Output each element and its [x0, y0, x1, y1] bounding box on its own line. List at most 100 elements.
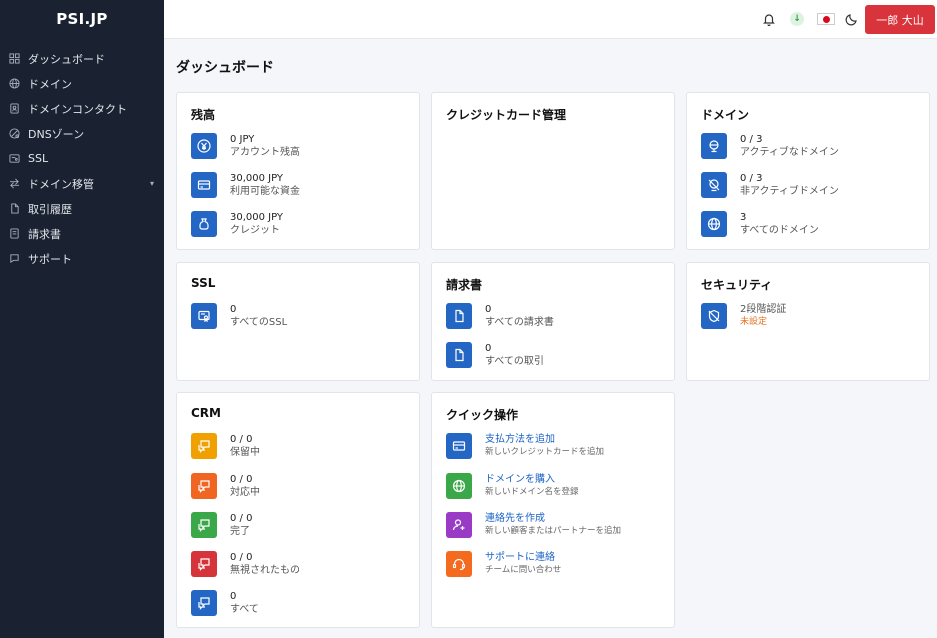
quick-action-link[interactable]: サポートに連絡	[485, 551, 561, 564]
dns-icon	[9, 128, 20, 139]
user-menu-button[interactable]: 一郎 大山	[865, 5, 935, 34]
crm-value: 0 / 0	[230, 474, 253, 485]
list-item: 0 / 0 無視されたもの	[191, 551, 300, 577]
globe-icon	[701, 211, 727, 237]
card-icon	[446, 433, 472, 459]
sidebar-item-dns-zone[interactable]: DNSゾーン	[0, 121, 164, 146]
sidebar-item-domain-transfer[interactable]: ドメイン移管 ▾	[0, 171, 164, 196]
japan-flag-icon[interactable]	[816, 10, 836, 28]
crm-label: 無視されたもの	[230, 565, 300, 576]
quick-actions-card: クイック操作 支払方法を追加 新しいクレジットカードを追加 ドメインを購入 新しいド…	[431, 392, 675, 628]
quick-action-description: 新しいクレジットカードを追加	[485, 447, 605, 457]
globe-off-icon	[701, 172, 727, 198]
list-item: 0 / 3 アクティブなドメイン	[701, 133, 839, 159]
quick-action-description: 新しい顧客またはパートナーを追加	[485, 526, 622, 536]
contact-icon	[9, 103, 20, 114]
list-item: 0 / 0 対応中	[191, 473, 260, 499]
sidebar-item-label: ドメインコンタクト	[28, 102, 127, 116]
yen-icon	[191, 133, 217, 159]
sidebar-item-domain-contact[interactable]: ドメインコンタクト	[0, 96, 164, 121]
domain-label: 非アクティブドメイン	[740, 186, 839, 197]
card-icon	[191, 172, 217, 198]
sidebar-item-label: 取引履歴	[28, 202, 72, 216]
crm-label: 完了	[230, 526, 250, 537]
transfer-icon	[9, 178, 20, 189]
sidebar-item-label: ドメイン移管	[28, 177, 94, 191]
balance-value: 30,000 JPY	[230, 212, 284, 223]
headset-icon	[446, 551, 472, 577]
sidebar-nav: ダッシュボード ドメイン ドメインコンタクト DNSゾーン SSL ドメイン移管…	[0, 38, 164, 271]
balance-value: 0 JPY	[230, 134, 255, 145]
crm-value: 0 / 0	[230, 552, 253, 563]
credit-card-management-card[interactable]: クレジットカード管理	[431, 92, 675, 250]
domain-card: ドメイン 0 / 3 アクティブなドメイン 0 / 3 非アクティブドメイン 3 すべ…	[686, 92, 930, 250]
list-item: 0 すべての取引	[446, 342, 544, 368]
invoice-value: 0	[485, 304, 492, 315]
crm-value: 0 / 0	[230, 513, 253, 524]
sidebar-item-invoice[interactable]: 請求書	[0, 221, 164, 246]
certificate-icon	[9, 153, 20, 164]
sidebar-item-label: ドメイン	[28, 77, 72, 91]
list-item: 0 / 3 非アクティブドメイン	[701, 172, 839, 198]
quick-action-buy-domain[interactable]: ドメインを購入 新しいドメイン名を登録	[446, 473, 579, 499]
sidebar-item-label: ダッシュボード	[28, 52, 105, 66]
support-icon	[9, 253, 20, 264]
moon-icon[interactable]	[843, 10, 861, 28]
card-title: クイック操作	[446, 408, 519, 422]
sidebar-item-ssl[interactable]: SSL	[0, 146, 164, 171]
ssl-value: 0	[230, 304, 237, 315]
quick-action-description: 新しいドメイン名を登録	[485, 487, 579, 497]
list-item: 0 すべてのSSL	[191, 303, 287, 329]
sidebar-item-support[interactable]: サポート	[0, 246, 164, 271]
quick-action-create-contact[interactable]: 連絡先を作成 新しい顧客またはパートナーを追加	[446, 512, 621, 538]
globe-icon	[9, 78, 20, 89]
invoice-card: 請求書 0 すべての請求書 0 すべての取引	[431, 262, 675, 381]
card-title: クレジットカード管理	[446, 108, 567, 122]
sidebar-item-label: 請求書	[28, 227, 61, 241]
sidebar-item-label: SSL	[28, 152, 49, 165]
list-item: 30,000 JPY 利用可能な資金	[191, 172, 300, 198]
quick-action-link[interactable]: 連絡先を作成	[485, 512, 621, 525]
invoice-icon	[9, 228, 20, 239]
sidebar-item-dashboard[interactable]: ダッシュボード	[0, 46, 164, 71]
chat-icon	[191, 473, 217, 499]
brand-logo[interactable]: PSI.JP	[0, 0, 164, 38]
chat-icon	[191, 512, 217, 538]
list-item: 0 すべて	[191, 590, 259, 616]
card-title: SSL	[191, 276, 216, 290]
crm-value: 0	[230, 591, 237, 602]
sidebar: PSI.JP ダッシュボード ドメイン ドメインコンタクト DNSゾーン SSL…	[0, 0, 164, 638]
list-item: 30,000 JPY クレジット	[191, 211, 283, 237]
card-title: CRM	[191, 406, 221, 420]
money-bag-icon	[191, 211, 217, 237]
balance-label: クレジット	[230, 225, 280, 236]
certificate-icon	[191, 303, 217, 329]
security-card: セキュリティ 2段階認証 未設定	[686, 262, 930, 381]
sidebar-item-label: DNSゾーン	[28, 127, 85, 141]
balance-label: 利用可能な資金	[230, 186, 300, 197]
topbar: ↓ 一郎 大山	[164, 0, 937, 39]
bell-icon[interactable]	[760, 10, 778, 28]
card-title: ドメイン	[701, 108, 750, 122]
chevron-down-icon[interactable]: ▾	[150, 179, 154, 188]
quick-action-link[interactable]: 支払方法を追加	[485, 433, 604, 446]
card-title: セキュリティ	[701, 278, 773, 292]
sidebar-item-label: サポート	[28, 252, 72, 266]
crm-value: 0 / 0	[230, 434, 253, 445]
chat-icon	[191, 433, 217, 459]
chat-icon	[191, 590, 217, 616]
sidebar-item-domain[interactable]: ドメイン	[0, 71, 164, 96]
quick-action-description: チームに問い合わせ	[485, 565, 562, 575]
grid-icon	[9, 53, 20, 64]
document-icon	[446, 303, 472, 329]
status-badge: 未設定	[740, 317, 768, 327]
quick-action-add-payment[interactable]: 支払方法を追加 新しいクレジットカードを追加	[446, 433, 604, 459]
balance-card: 残高 0 JPY アカウント残高 30,000 JPY 利用可能な資金 30,000…	[176, 92, 420, 250]
download-icon[interactable]: ↓	[788, 10, 806, 28]
sidebar-item-transactions[interactable]: 取引履歴	[0, 196, 164, 221]
chat-icon	[191, 551, 217, 577]
quick-action-link[interactable]: ドメインを購入	[485, 473, 579, 486]
domain-value: 3	[740, 212, 747, 223]
quick-action-contact-support[interactable]: サポートに連絡 チームに問い合わせ	[446, 551, 561, 577]
list-item: 2段階認証 未設定	[701, 303, 786, 329]
